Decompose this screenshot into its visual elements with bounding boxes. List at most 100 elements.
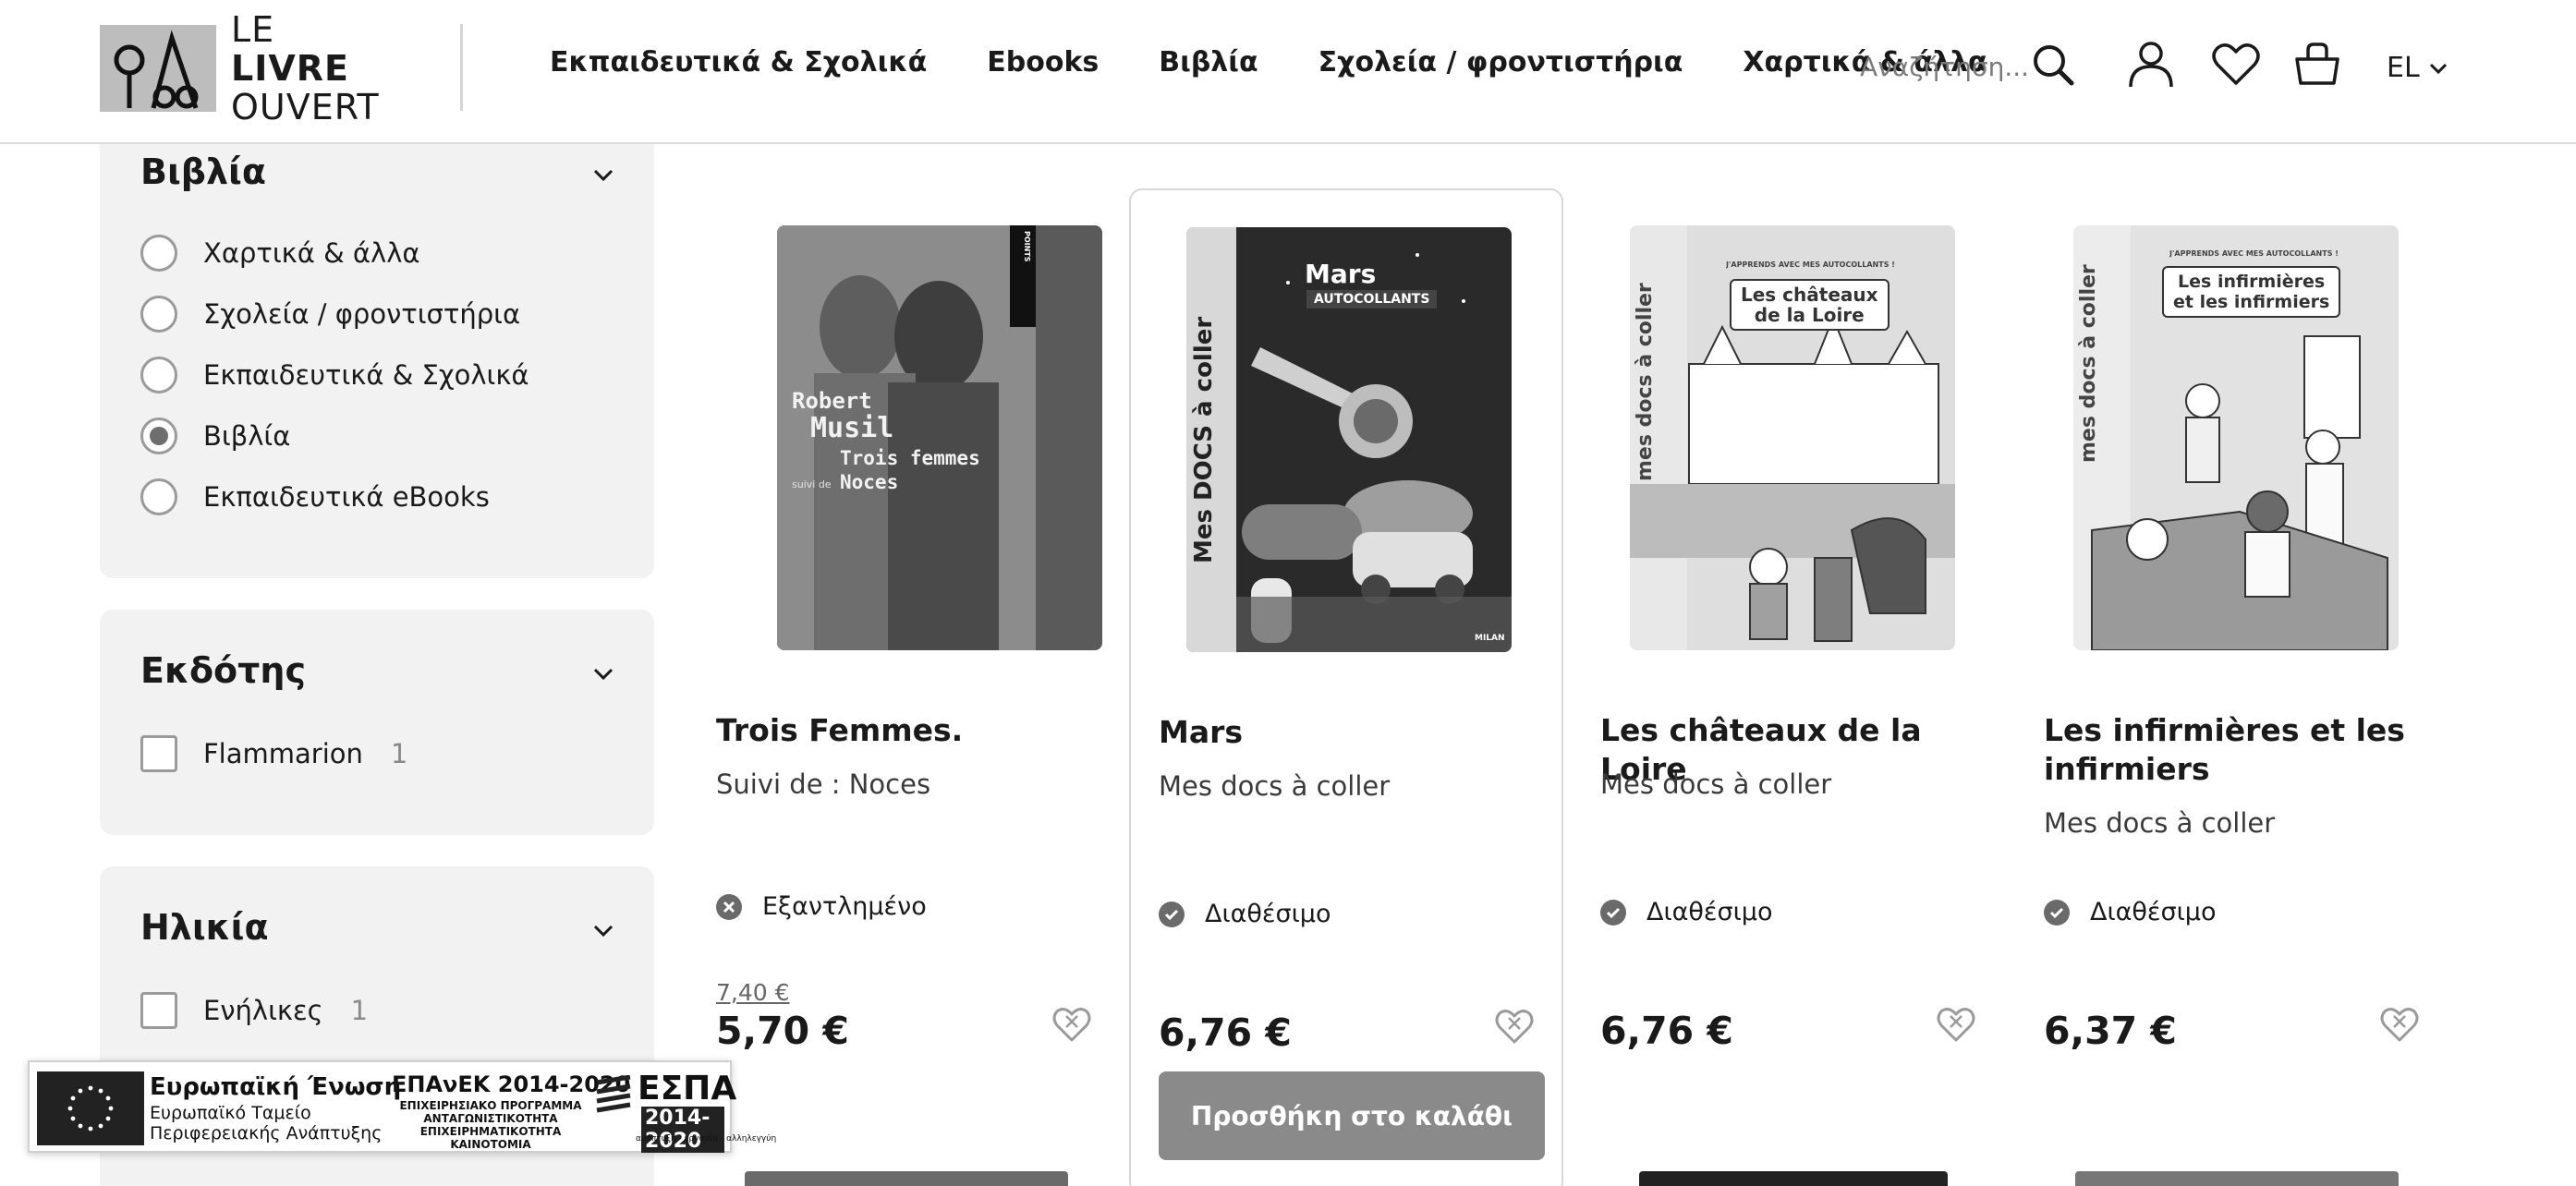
filter-option-edu-ebooks[interactable]: Εκπαιδευτικά eBooks	[140, 478, 490, 515]
site-logo[interactable]: LE LIVRE OUVERT	[100, 10, 379, 127]
filter-option-flammarion[interactable]: Flammarion 1	[140, 735, 407, 772]
option-label: Flammarion	[203, 738, 363, 769]
product-title[interactable]: Trois Femmes.	[716, 711, 1104, 750]
filter-title-age[interactable]: Ηλικία	[140, 907, 269, 948]
chevron-down-icon[interactable]	[589, 660, 617, 687]
wishlist-heart-icon[interactable]	[1491, 1003, 1537, 1049]
search-icon[interactable]	[2025, 37, 2081, 92]
stock-label: Εξαντλημένο	[762, 892, 927, 921]
cover-badge: AUTOCOLLANTS	[1306, 290, 1438, 309]
cover-banner: J'APPRENDS AVEC MES AUTOCOLLANTS !	[1726, 260, 1895, 269]
espa-logo: ΕΣΠΑ 2014-2020 ανάπτυξη - εργασία - αλλη…	[595, 1070, 776, 1153]
product-card[interactable]: J'APPRENDS AVEC MES AUTOCOLLANTS ! Les i…	[2016, 188, 2450, 1186]
wishlist-heart-icon[interactable]	[2376, 1001, 2423, 1047]
logo-line1-light: LE	[231, 9, 275, 50]
filter-option-books[interactable]: Βιβλία	[140, 418, 290, 454]
chevron-down-icon[interactable]	[589, 161, 617, 188]
product-cover-image[interactable]: Robert Musil Trois femmes suivi de Noces…	[777, 225, 1102, 650]
radio-button[interactable]	[140, 357, 177, 393]
product-price: 6,76 €	[1600, 1009, 1733, 1053]
old-price: 7,40 €	[716, 979, 790, 1006]
stock-label: Διαθέσιμο	[1646, 898, 1773, 926]
filter-option-adults[interactable]: Ενήλικες 1	[140, 992, 368, 1029]
filter-option-educational[interactable]: Εκπαιδευτικά & Σχολικά	[140, 357, 529, 393]
product-cover-image[interactable]: J'APPRENDS AVEC MES AUTOCOLLANTS ! Les i…	[2073, 225, 2399, 650]
user-icon[interactable]	[2123, 37, 2179, 92]
in-stock-check-icon	[1159, 901, 1185, 927]
cover-publisher-mark: MILAN	[1475, 634, 1505, 643]
search-input[interactable]: Αναζήτηση...	[1860, 52, 2029, 82]
product-subtitle: Suivi de : Noces	[716, 768, 931, 800]
logo-line1-bold: LIVRE	[231, 48, 349, 89]
next-row-cover	[2075, 1171, 2399, 1186]
filter-title-publisher[interactable]: Εκδότης	[140, 650, 306, 691]
stock-label: Διαθέσιμο	[1205, 900, 1331, 928]
product-subtitle: Mes docs à coller	[2044, 807, 2276, 839]
espa-years: 2014-2020	[641, 1107, 724, 1153]
product-card[interactable]: Mars AUTOCOLLANTS Mes DOCS à coller MILA…	[1129, 188, 1563, 1186]
product-cover-image[interactable]: Mars AUTOCOLLANTS Mes DOCS à coller MILA…	[1186, 227, 1512, 652]
cover-author-last: Musil	[810, 412, 894, 444]
epanek-sub3: ΕΠΙΧΕΙΡΗΜΑΤΙΚΟΤΗΤΑ	[419, 1125, 562, 1138]
option-label: Εκπαιδευτικά eBooks	[203, 481, 490, 513]
product-subtitle: Mes docs à coller	[1600, 768, 1832, 800]
eu-banner-line1: Ευρωπαϊκό Ταμείο	[150, 1103, 311, 1123]
cover-series-mark: Mes DOCS à coller	[1190, 316, 1218, 563]
checkbox[interactable]	[140, 992, 177, 1029]
nav-item-educational[interactable]: Εκπαιδευτικά & Σχολικά	[550, 46, 927, 79]
espa-title: ΕΣΠΑ	[638, 1070, 737, 1107]
language-selector[interactable]: EL	[2387, 52, 2449, 84]
product-card[interactable]: Robert Musil Trois femmes suivi de Noces…	[688, 188, 1123, 1186]
option-count: 1	[350, 995, 369, 1026]
logo-line2: OUVERT	[231, 87, 380, 127]
cover-title: Mars	[1305, 259, 1377, 289]
cover-title: Trois femmes	[840, 447, 980, 469]
product-title[interactable]: Les infirmières et les infirmiers	[2044, 711, 2432, 789]
filter-panel-category: Βιβλία Χαρτικά & άλλα Σχολεία / φροντιστ…	[100, 122, 654, 578]
chevron-down-icon[interactable]	[589, 916, 617, 944]
product-cover-image[interactable]: J'APPRENDS AVEC MES AUTOCOLLANTS ! Les c…	[1630, 225, 1955, 650]
cover-title-line1: Les châteaux	[1741, 284, 1878, 306]
eu-banner-line2: Περιφερειακής Ανάπτυξης	[150, 1123, 383, 1144]
radio-button[interactable]	[140, 296, 177, 333]
out-of-stock-icon	[716, 893, 742, 920]
filter-option-schools[interactable]: Σχολεία / φροντιστήρια	[140, 296, 520, 333]
filter-title-category[interactable]: Βιβλία	[140, 151, 266, 192]
product-title[interactable]: Mars	[1159, 713, 1547, 752]
add-to-cart-button[interactable]: Προσθήκη στο καλάθι	[1159, 1071, 1545, 1160]
filter-panel-publisher: Εκδότης Flammarion 1	[100, 610, 654, 835]
radio-button-selected[interactable]	[140, 418, 177, 454]
nav-item-ebooks[interactable]: Ebooks	[987, 46, 1099, 79]
heart-icon[interactable]	[2208, 37, 2264, 92]
eu-banner-title: Ευρωπαϊκή Ένωση	[150, 1073, 402, 1101]
stock-status: Εξαντλημένο	[716, 892, 927, 921]
cover-title-line1: Les infirmières	[2178, 272, 2326, 292]
stock-status: Διαθέσιμο	[2044, 898, 2216, 926]
radio-button[interactable]	[140, 235, 177, 272]
cover-banner: J'APPRENDS AVEC MES AUTOCOLLANTS !	[2169, 249, 2339, 258]
main-nav: Εκπαιδευτικά & Σχολικά Ebooks Βιβλία Σχο…	[550, 46, 2047, 79]
stock-label: Διαθέσιμο	[2090, 898, 2217, 926]
product-card[interactable]: J'APPRENDS AVEC MES AUTOCOLLANTS ! Les c…	[1573, 188, 2007, 1186]
product-subtitle: Mes docs à coller	[1159, 770, 1391, 802]
header-divider	[460, 24, 463, 111]
cover-title-line2: de la Loire	[1754, 304, 1865, 326]
filter-option-stationery[interactable]: Χαρτικά & άλλα	[140, 235, 419, 272]
wishlist-heart-icon[interactable]	[1933, 1001, 1979, 1047]
wishlist-heart-icon[interactable]	[1049, 1001, 1095, 1047]
in-stock-check-icon	[2044, 899, 2070, 926]
radio-button[interactable]	[140, 478, 177, 515]
basket-icon[interactable]	[2290, 37, 2345, 92]
epanek-subtitle: ΕΠΙΧΕΙΡΗΣΙΑΚΟ ΠΡΟΓΡΑΜΜΑ ΑΝΤΑΓΩΝΙΣΤΙΚΟΤΗΤ…	[392, 1099, 589, 1151]
chevron-down-icon	[2429, 63, 2447, 74]
logo-text: LE LIVRE OUVERT	[231, 10, 380, 127]
epanek-sub1: ΕΠΙΧΕΙΡΗΣΙΑΚΟ ΠΡΟΓΡΑΜΜΑ	[399, 1099, 582, 1112]
epanek-sub4: ΚΑΙΝΟΤΟΜΙΑ	[450, 1138, 531, 1151]
nav-item-books[interactable]: Βιβλία	[1159, 46, 1258, 79]
cover-series-mark: mes docs à coller	[2077, 264, 2100, 464]
product-price: 6,76 €	[1159, 1011, 1292, 1055]
eu-funding-banner[interactable]: Ευρωπαϊκή Ένωση Ευρωπαϊκό Ταμείο Περιφερ…	[28, 1060, 776, 1153]
checkbox[interactable]	[140, 735, 177, 772]
nav-item-schools[interactable]: Σχολεία / φροντιστήρια	[1318, 46, 1683, 79]
option-label: Χαρτικά & άλλα	[203, 237, 420, 269]
